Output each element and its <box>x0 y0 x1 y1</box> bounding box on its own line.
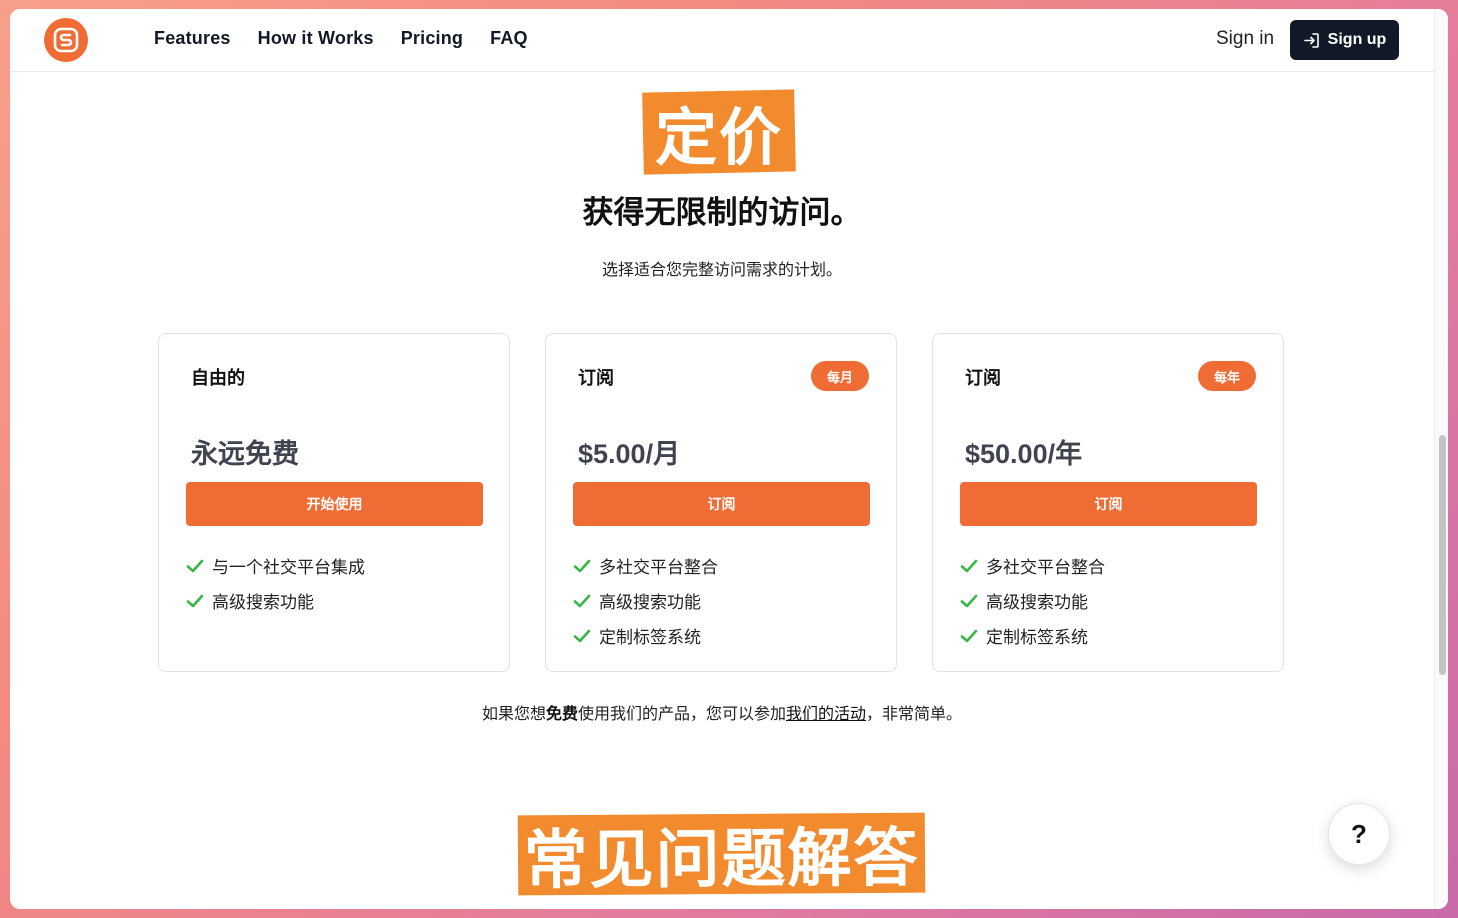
plan-price: $50.00/年 <box>965 439 1083 469</box>
logo-icon[interactable] <box>44 18 88 62</box>
plan-card-free: 自由的 永远免费 开始使用 与一个社交平台集成 高级搜索功能 <box>158 333 510 672</box>
plan-card-monthly: 订阅 每月 $5.00/月 订阅 多社交平台整合 高级搜索功能 定制标签系统 <box>545 333 897 672</box>
feature-item: 多社交平台整合 <box>573 548 718 583</box>
plan-name: 订阅 <box>965 368 1001 389</box>
nav-features[interactable]: Features <box>154 28 231 49</box>
feature-label: 与一个社交平台集成 <box>212 558 365 578</box>
activity-link[interactable]: 我们的活动 <box>786 704 866 723</box>
subscribe-monthly-button[interactable]: 订阅 <box>573 482 870 526</box>
feature-item: 高级搜索功能 <box>573 583 718 618</box>
check-icon <box>186 559 204 572</box>
check-icon <box>960 629 978 642</box>
pricing-description: 选择适合您完整访问需求的计划。 <box>601 260 842 279</box>
plan-card-yearly: 订阅 每年 $50.00/年 订阅 多社交平台整合 高级搜索功能 定制标签系统 <box>932 333 1284 672</box>
feature-label: 高级搜索功能 <box>212 593 314 613</box>
nav-pricing[interactable]: Pricing <box>401 28 463 49</box>
feature-item: 定制标签系统 <box>960 618 1105 653</box>
feature-item: 高级搜索功能 <box>186 583 365 618</box>
browser-window: Features How it Works Pricing FAQ Sign i… <box>10 9 1448 909</box>
billing-badge: 每月 <box>810 361 869 391</box>
check-icon <box>573 629 591 642</box>
pricing-subtitle: 获得无限制的访问。 <box>582 195 862 231</box>
check-icon <box>573 559 591 572</box>
faq-title-highlight: 常见问题解答 <box>517 812 926 896</box>
faq-title: 常见问题解答 <box>523 821 920 896</box>
plan-name: 自由的 <box>191 368 245 389</box>
check-icon <box>960 559 978 572</box>
help-button[interactable]: ? <box>1328 803 1390 865</box>
feature-label: 高级搜索功能 <box>986 593 1088 613</box>
nav-faq[interactable]: FAQ <box>490 28 528 49</box>
sign-up-label: Sign up <box>1327 31 1387 48</box>
main-nav: Features How it Works Pricing FAQ <box>154 28 528 49</box>
check-icon <box>960 594 978 607</box>
plan-features: 多社交平台整合 高级搜索功能 定制标签系统 <box>960 548 1105 653</box>
sign-up-button[interactable]: Sign up <box>1290 20 1399 60</box>
plan-price: 永远免费 <box>191 439 299 469</box>
note-text-middle: 使用我们的产品，您可以参加 <box>577 704 786 723</box>
plan-features: 多社交平台整合 高级搜索功能 定制标签系统 <box>573 548 718 653</box>
feature-item: 与一个社交平台集成 <box>186 548 365 583</box>
get-started-button[interactable]: 开始使用 <box>186 482 483 526</box>
note-bold-free: 免费 <box>545 704 578 723</box>
subscribe-yearly-button[interactable]: 订阅 <box>960 482 1257 526</box>
feature-label: 定制标签系统 <box>986 628 1088 648</box>
check-icon <box>573 594 591 607</box>
feature-label: 定制标签系统 <box>599 628 701 648</box>
plan-features: 与一个社交平台集成 高级搜索功能 <box>186 548 365 618</box>
feature-item: 高级搜索功能 <box>960 583 1105 618</box>
feature-label: 高级搜索功能 <box>599 593 701 613</box>
note-text-before: 如果您想 <box>481 704 546 723</box>
vertical-scrollbar[interactable] <box>1434 9 1448 909</box>
feature-item: 定制标签系统 <box>573 618 718 653</box>
pricing-title: 定价 <box>654 101 783 175</box>
feature-label: 多社交平台整合 <box>986 558 1105 578</box>
billing-badge: 每年 <box>1197 361 1256 391</box>
site-header: Features How it Works Pricing FAQ Sign i… <box>10 9 1434 72</box>
nav-how-it-works[interactable]: How it Works <box>258 28 374 49</box>
plan-name: 订阅 <box>578 368 614 389</box>
check-icon <box>186 594 204 607</box>
plan-price: $5.00/月 <box>578 439 681 469</box>
login-arrow-icon <box>1303 32 1319 48</box>
feature-item: 多社交平台整合 <box>960 548 1105 583</box>
free-usage-note: 如果您想免费使用我们的产品，您可以参加我们的活动，非常简单。 <box>10 700 1434 724</box>
pricing-title-highlight: 定价 <box>642 89 796 175</box>
feature-label: 多社交平台整合 <box>599 558 718 578</box>
scrollbar-thumb[interactable] <box>1439 435 1446 675</box>
logo-s-icon <box>53 27 79 53</box>
note-text-after: ，非常简单。 <box>866 704 963 723</box>
sign-in-link[interactable]: Sign in <box>1216 28 1274 50</box>
